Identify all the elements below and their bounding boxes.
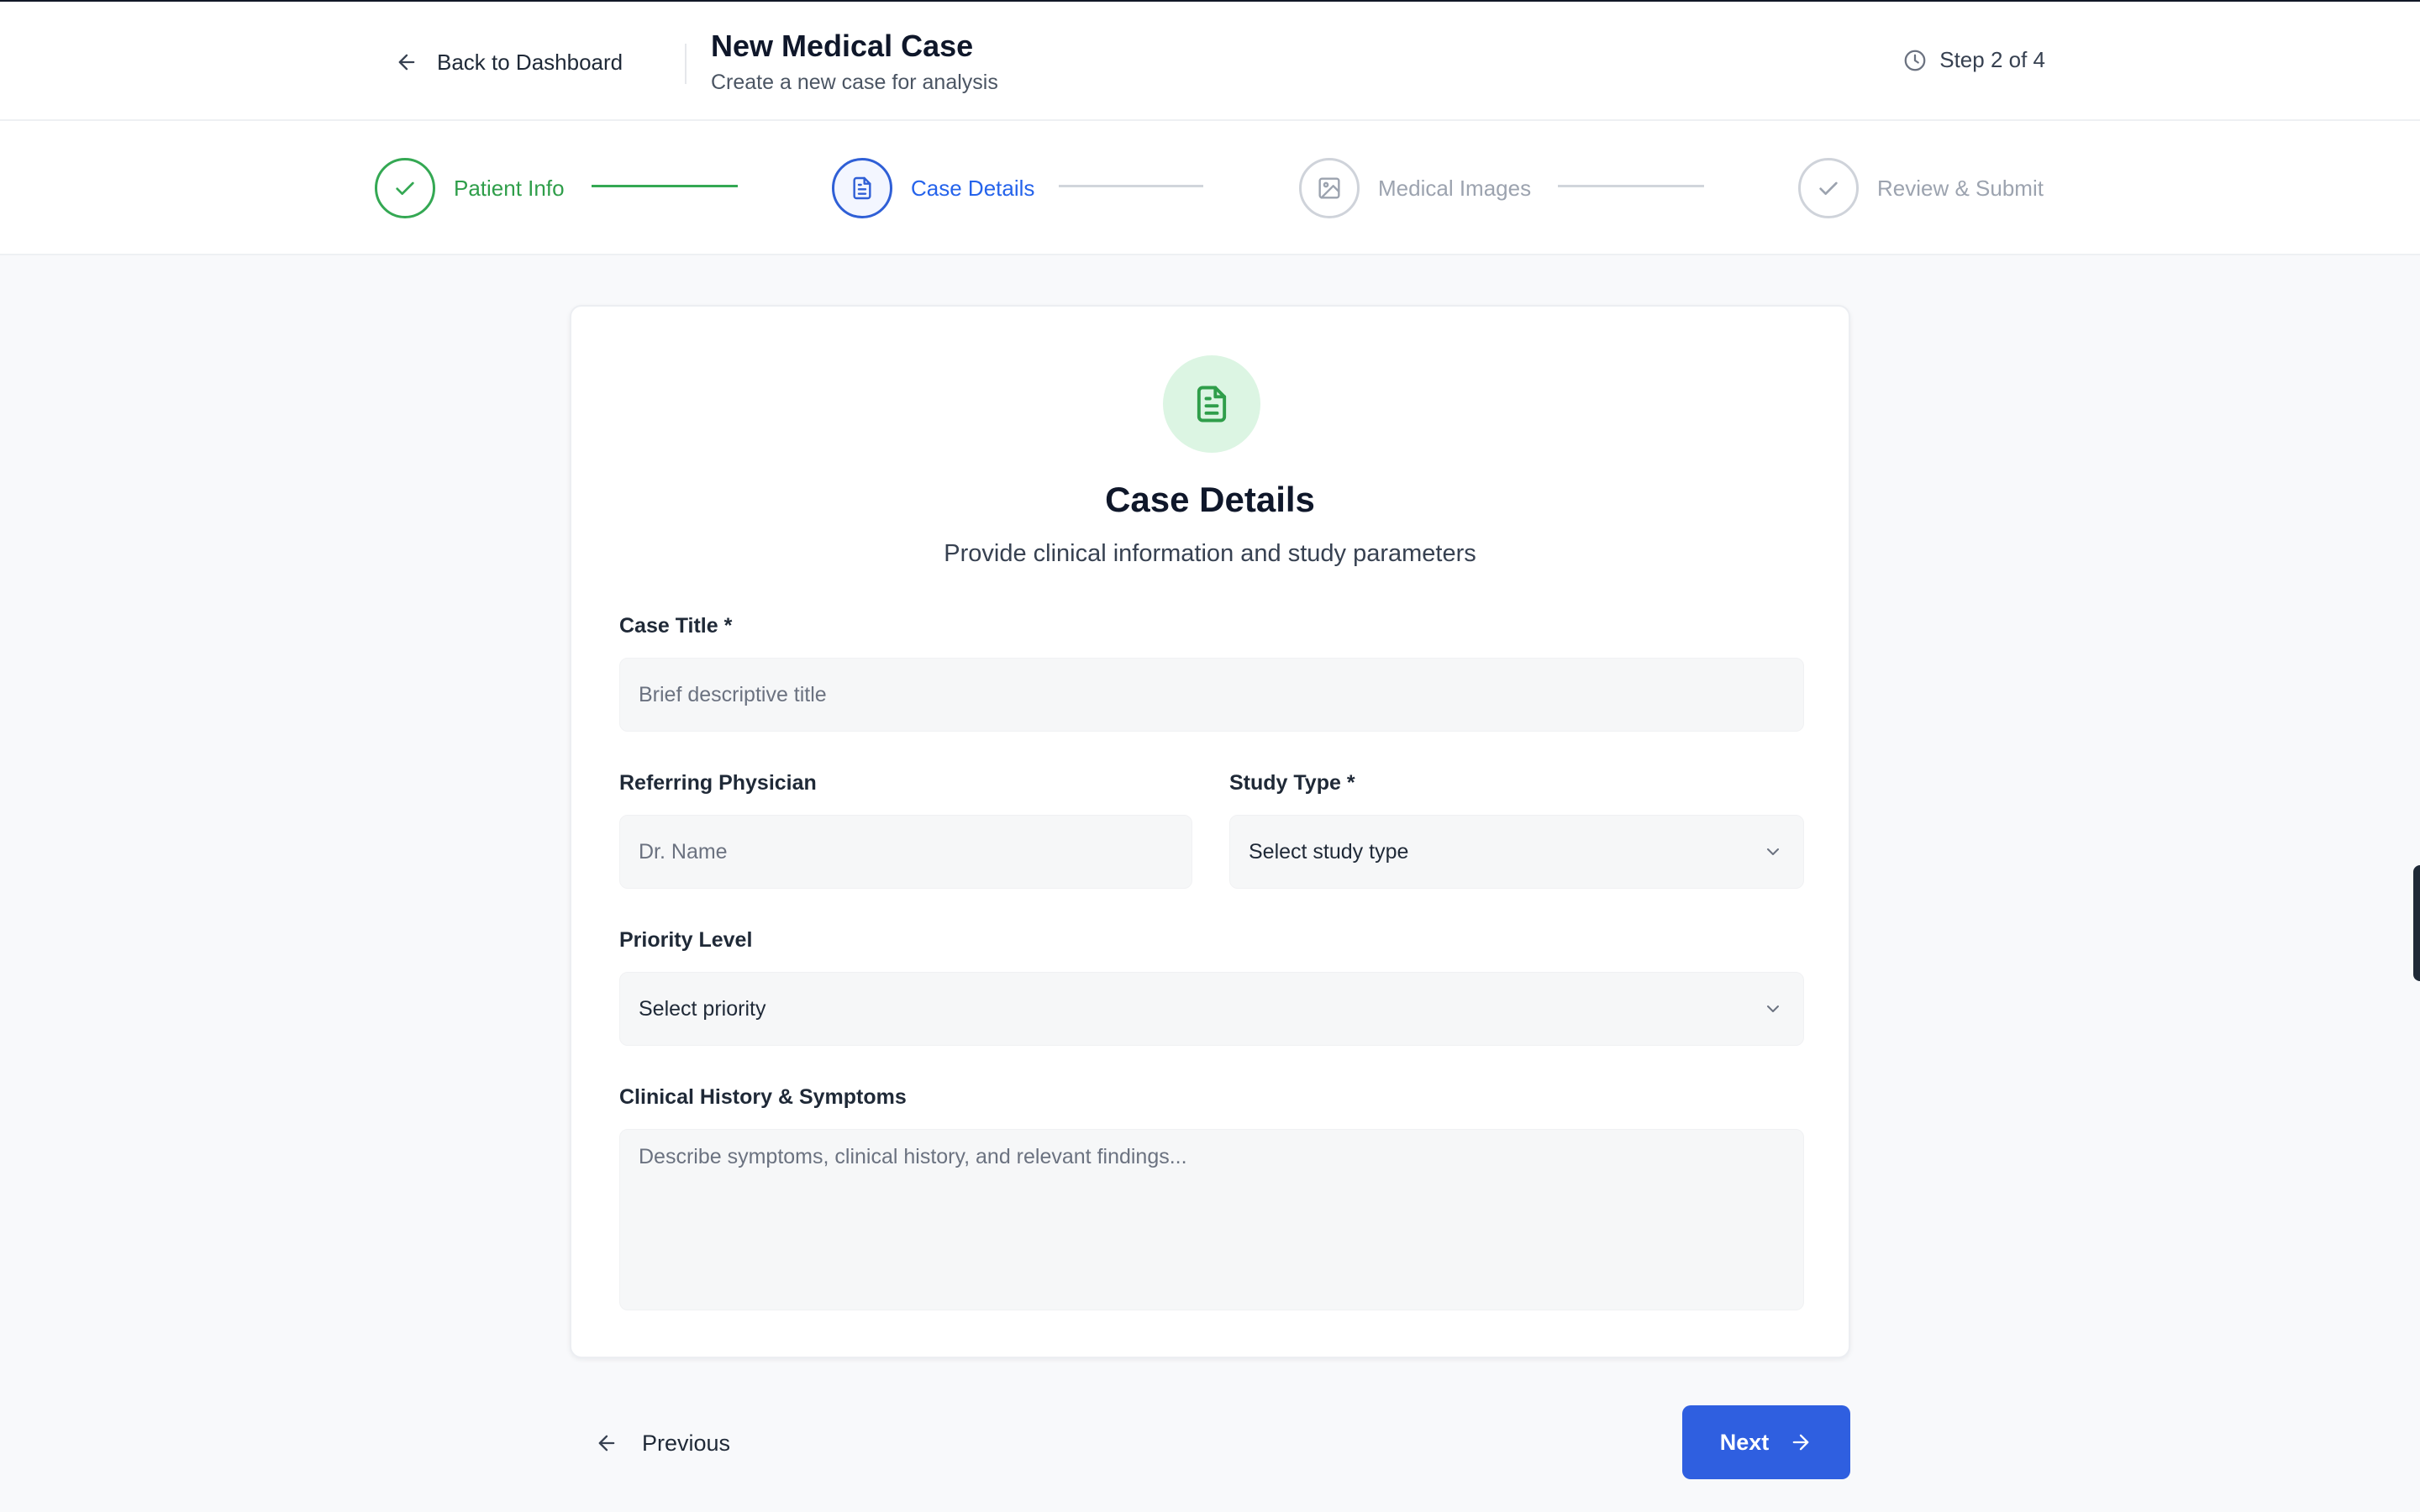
clinical-history-label: Clinical History & Symptoms xyxy=(619,1085,907,1109)
back-label: Back to Dashboard xyxy=(437,49,623,75)
step-circle xyxy=(832,158,892,218)
referring-physician-input[interactable] xyxy=(619,815,1192,889)
header-divider xyxy=(685,44,687,84)
chevron-down-icon xyxy=(1767,1005,1779,1012)
arrow-left-icon xyxy=(598,1435,615,1452)
priority-level-label: Priority Level xyxy=(619,928,753,952)
step-patient-info[interactable]: Patient Info xyxy=(375,158,565,218)
step-case-details[interactable]: Case Details xyxy=(832,158,1034,218)
step-medical-images[interactable]: Medical Images xyxy=(1299,158,1531,218)
clock-icon xyxy=(1904,50,1926,71)
step-label: Patient Info xyxy=(454,175,565,201)
next-button[interactable]: Next xyxy=(1682,1405,1850,1479)
chevron-down-icon xyxy=(1767,848,1779,855)
check-icon xyxy=(1819,181,1838,195)
step-circle xyxy=(1798,158,1859,218)
referring-physician-label: Referring Physician xyxy=(619,771,817,795)
page-title: New Medical Case xyxy=(711,29,974,63)
priority-level-select[interactable]: Select priority xyxy=(619,972,1804,1046)
study-type-label: Study Type * xyxy=(1229,771,1355,795)
case-title-input[interactable] xyxy=(619,658,1804,732)
card-icon-badge xyxy=(1163,355,1260,453)
case-details-card: Case Details Provide clinical informatio… xyxy=(570,305,1850,1358)
step-review-submit[interactable]: Review & Submit xyxy=(1798,158,2044,218)
page-subtitle: Create a new case for analysis xyxy=(711,71,998,94)
study-type-value: Select study type xyxy=(1249,839,1409,864)
step-circle xyxy=(1299,158,1360,218)
side-panel-handle[interactable] xyxy=(2413,865,2420,981)
next-label: Next xyxy=(1719,1429,1770,1455)
step-indicator-text: Step 2 of 4 xyxy=(1939,47,2045,72)
back-to-dashboard-button[interactable]: Back to Dashboard xyxy=(395,44,623,81)
step-connector xyxy=(592,185,738,187)
arrow-right-icon xyxy=(1792,1434,1809,1451)
step-label: Review & Submit xyxy=(1877,175,2044,201)
step-label: Case Details xyxy=(911,175,1035,201)
step-connector xyxy=(1558,185,1704,187)
study-type-select[interactable]: Select study type xyxy=(1229,815,1804,889)
image-icon xyxy=(1318,177,1340,199)
page-header: Back to Dashboard New Medical Case Creat… xyxy=(0,2,2420,121)
document-icon xyxy=(1197,386,1227,423)
arrow-left-icon xyxy=(398,54,415,71)
step-label: Medical Images xyxy=(1378,175,1532,201)
previous-label: Previous xyxy=(642,1430,731,1456)
previous-button[interactable]: Previous xyxy=(595,1404,730,1482)
card-title: Case Details xyxy=(1105,480,1315,519)
step-connector xyxy=(1059,185,1203,187)
priority-level-value: Select priority xyxy=(639,996,766,1021)
clinical-history-textarea[interactable] xyxy=(619,1129,1804,1310)
case-title-label: Case Title * xyxy=(619,614,733,638)
document-icon xyxy=(853,176,871,200)
step-circle xyxy=(375,158,435,218)
card-subtitle: Provide clinical information and study p… xyxy=(944,540,1476,567)
progress-stepper: Patient Info Case Details Medical Images… xyxy=(0,121,2420,255)
check-icon xyxy=(396,181,414,195)
step-indicator: Step 2 of 4 xyxy=(1902,47,2045,73)
